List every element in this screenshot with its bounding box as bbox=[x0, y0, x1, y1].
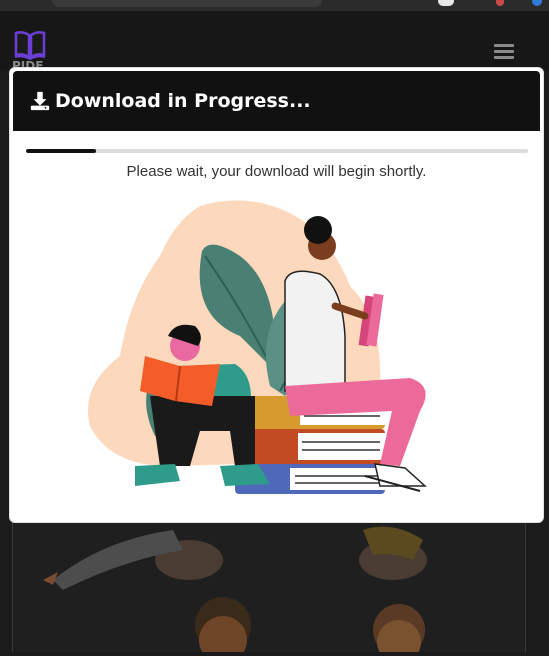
people-reading-books-illustration bbox=[88, 200, 427, 494]
download-modal: Download in Progress... Please wait, you… bbox=[9, 67, 544, 523]
download-icon bbox=[30, 91, 50, 111]
profile-icon[interactable] bbox=[438, 0, 454, 6]
extension-icon[interactable] bbox=[496, 0, 504, 6]
address-bar[interactable] bbox=[52, 0, 322, 7]
modal-title: Download in Progress... bbox=[55, 90, 311, 112]
site-header: PIDF bbox=[0, 11, 549, 73]
download-progress-bar bbox=[26, 149, 528, 153]
wait-message: Please wait, your download will begin sh… bbox=[126, 163, 427, 180]
browser-toolbar bbox=[0, 0, 549, 11]
hamburger-menu-icon[interactable] bbox=[494, 44, 514, 60]
progress-fill bbox=[26, 149, 97, 153]
modal-header: Download in Progress... bbox=[13, 71, 540, 131]
extension-icon-2[interactable] bbox=[532, 0, 542, 6]
